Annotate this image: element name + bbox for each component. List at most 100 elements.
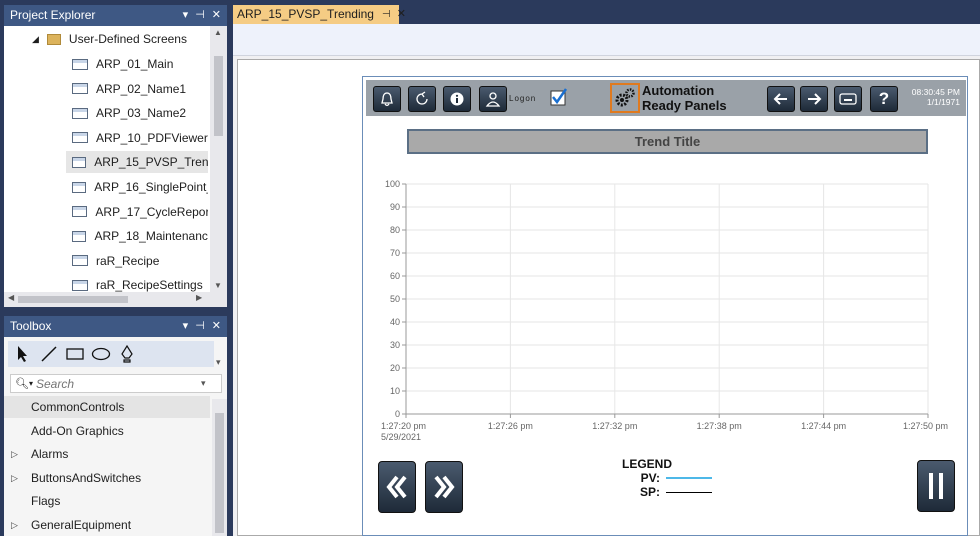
tree-item-screen[interactable]: ARP_17_CycleReport <box>66 201 208 223</box>
toolbox-group-label: ButtonsAndSwitches <box>31 470 142 485</box>
pin-icon[interactable]: ⊣ <box>195 316 205 337</box>
tab-label: ARP_15_PVSP_Trending <box>237 7 374 21</box>
toolbox-scrollbar[interactable] <box>212 399 227 536</box>
tree-item-label: ARP_02_Name1 <box>96 81 187 96</box>
toolbar-overflow-icon[interactable]: ▾ <box>216 357 221 368</box>
scroll-thumb[interactable] <box>214 56 223 136</box>
hscroll-thumb[interactable] <box>18 296 128 303</box>
tab-arp-15-pvsp-trending[interactable]: ARP_15_PVSP_Trending ⊣ ✕ <box>233 5 406 24</box>
logon-checkbox[interactable] <box>550 88 568 106</box>
toolbox-group-label: GeneralEquipment <box>31 518 132 532</box>
toolbox-group[interactable]: Flags <box>4 490 210 512</box>
vertical-scrollbar[interactable]: ▲ ▼ <box>210 26 227 292</box>
horizontal-scrollbar[interactable]: ◀ ▶ <box>4 292 227 307</box>
legend-sp-line <box>666 491 712 493</box>
refresh-button[interactable] <box>408 86 436 112</box>
y-tick-label: 20 <box>390 363 400 373</box>
forward-button[interactable] <box>800 86 828 112</box>
scroll-left-icon[interactable]: ◀ <box>8 293 14 302</box>
toolbox-group[interactable]: CommonControls <box>4 396 210 418</box>
pointer-tool-icon[interactable] <box>12 343 34 365</box>
help-icon: ? <box>878 89 890 108</box>
tree-item-label: ARP_15_PVSP_Trendin <box>94 155 208 170</box>
toolbox-titlebar: Toolbox ▾ ⊣ ✕ <box>4 316 227 337</box>
toolbox-group[interactable]: ▷ Alarms <box>4 443 210 465</box>
rectangle-tool-icon[interactable] <box>64 343 86 365</box>
legend-sp-label: SP: <box>639 485 660 499</box>
search-input[interactable] <box>35 376 201 391</box>
screen-icon <box>72 279 88 291</box>
time-display: 08:30:45 PM <box>911 87 960 97</box>
info-button[interactable] <box>443 86 471 112</box>
tree-item-screen[interactable]: ARP_10_PDFViewer <box>66 127 208 149</box>
scroll-forward-button[interactable] <box>425 461 463 513</box>
scroll-down-icon[interactable]: ▼ <box>214 281 222 290</box>
close-icon[interactable]: ✕ <box>212 5 221 26</box>
trend-chart[interactable]: 100 90 80 70 60 50 40 30 20 10 0 1:27:20 pm 1:27:26 … <box>363 172 969 452</box>
tree-item-screen[interactable]: ARP_15_PVSP_Trendin <box>66 151 208 174</box>
tree-item-screen[interactable]: raR_Recipe <box>66 250 208 272</box>
project-explorer-title: Project Explorer <box>10 8 96 22</box>
pin-icon[interactable]: ⊣ <box>195 5 205 26</box>
tree-folder-user-defined-screens[interactable]: ◢ User-Defined Screens <box>32 28 187 50</box>
date-display: 1/1/1971 <box>926 97 960 107</box>
dropdown-icon[interactable]: ▾ <box>183 316 189 337</box>
x-tick-label: 1:27:26 pm <box>488 421 533 431</box>
back-button[interactable] <box>767 86 795 112</box>
y-tick-label: 0 <box>395 409 400 419</box>
line-tool-icon[interactable] <box>38 343 60 365</box>
trend-title: Trend Title <box>407 129 928 154</box>
search-dropdown-icon[interactable]: ▾ <box>201 378 206 389</box>
close-icon[interactable]: ✕ <box>212 316 221 337</box>
toolbox-search[interactable]: 🔍︎ ▾ ▾ <box>10 374 222 393</box>
y-tick-label: 80 <box>390 225 400 235</box>
help-button[interactable]: ? <box>870 86 898 112</box>
tree-item-screen[interactable]: ARP_01_Main <box>66 53 208 75</box>
tab-close-icon[interactable]: ✕ <box>397 5 406 24</box>
toolbox-group-label: Alarms <box>31 447 69 462</box>
expand-arrow-icon[interactable]: ▷ <box>4 467 31 489</box>
pause-button[interactable] <box>917 460 955 512</box>
y-tick-label: 90 <box>390 202 400 212</box>
screen-icon <box>72 107 88 119</box>
ellipse-tool-icon[interactable] <box>90 343 112 365</box>
brand-text: Automation Ready Panels <box>642 83 727 113</box>
folder-label: User-Defined Screens <box>68 32 187 46</box>
toolbox-group[interactable]: ▷ ButtonsAndSwitches <box>4 467 210 489</box>
scroll-back-button[interactable] <box>378 461 416 513</box>
hmi-screen: Logon Automation Ready Panels ? 08:30:45… <box>362 76 968 536</box>
hmi-header: Logon Automation Ready Panels ? 08:30:45… <box>366 80 966 116</box>
pin-icon[interactable]: ⊣ <box>382 5 391 24</box>
toolbox-scroll-thumb[interactable] <box>215 413 224 533</box>
pen-tool-icon[interactable] <box>116 343 138 365</box>
toolbox-group-label: Add-On Graphics <box>31 423 124 438</box>
legend-sp: SP: <box>618 485 728 499</box>
tree-item-label: ARP_03_Name2 <box>96 106 187 121</box>
expand-arrow-icon[interactable]: ▷ <box>4 443 31 465</box>
tree-item-screen[interactable]: ARP_16_SinglePoint_Tr <box>66 176 208 198</box>
x-tick-label: 1:27:44 pm <box>801 421 846 431</box>
dropdown-icon[interactable]: ▾ <box>183 5 189 26</box>
brand-line2: Ready Panels <box>642 98 727 113</box>
tree-item-screen[interactable]: ARP_03_Name2 <box>66 102 208 124</box>
alarm-bell-button[interactable] <box>373 86 401 112</box>
scroll-up-icon[interactable]: ▲ <box>214 28 222 37</box>
legend-title: LEGEND <box>622 457 673 471</box>
tree-item-screen[interactable]: ARP_18_MaintenanceF <box>66 225 208 247</box>
toolbox-group[interactable]: Add-On Graphics <box>4 420 210 442</box>
screen-icon <box>72 132 88 144</box>
screen-icon <box>72 83 88 95</box>
brand-line1: Automation <box>642 83 715 98</box>
toolbox-group[interactable]: ▷ GeneralEquipment <box>4 514 210 536</box>
collapse-arrow-icon[interactable]: ◢ <box>32 28 39 50</box>
y-tick-label: 30 <box>390 340 400 350</box>
tree-item-label: ARP_01_Main <box>96 57 174 71</box>
user-logon-button[interactable] <box>479 86 507 112</box>
expand-arrow-icon[interactable]: ▷ <box>4 514 31 536</box>
keyboard-button[interactable] <box>834 86 862 112</box>
y-tick-label: 60 <box>390 271 400 281</box>
trend-chart-svg: 10090807060504030201001:27:20 pm 1:27:26 … <box>381 179 948 442</box>
tree-item-screen[interactable]: ARP_02_Name1 <box>66 78 208 100</box>
scroll-right-icon[interactable]: ▶ <box>196 293 202 302</box>
tree-item-label: raR_Recipe <box>96 253 160 268</box>
